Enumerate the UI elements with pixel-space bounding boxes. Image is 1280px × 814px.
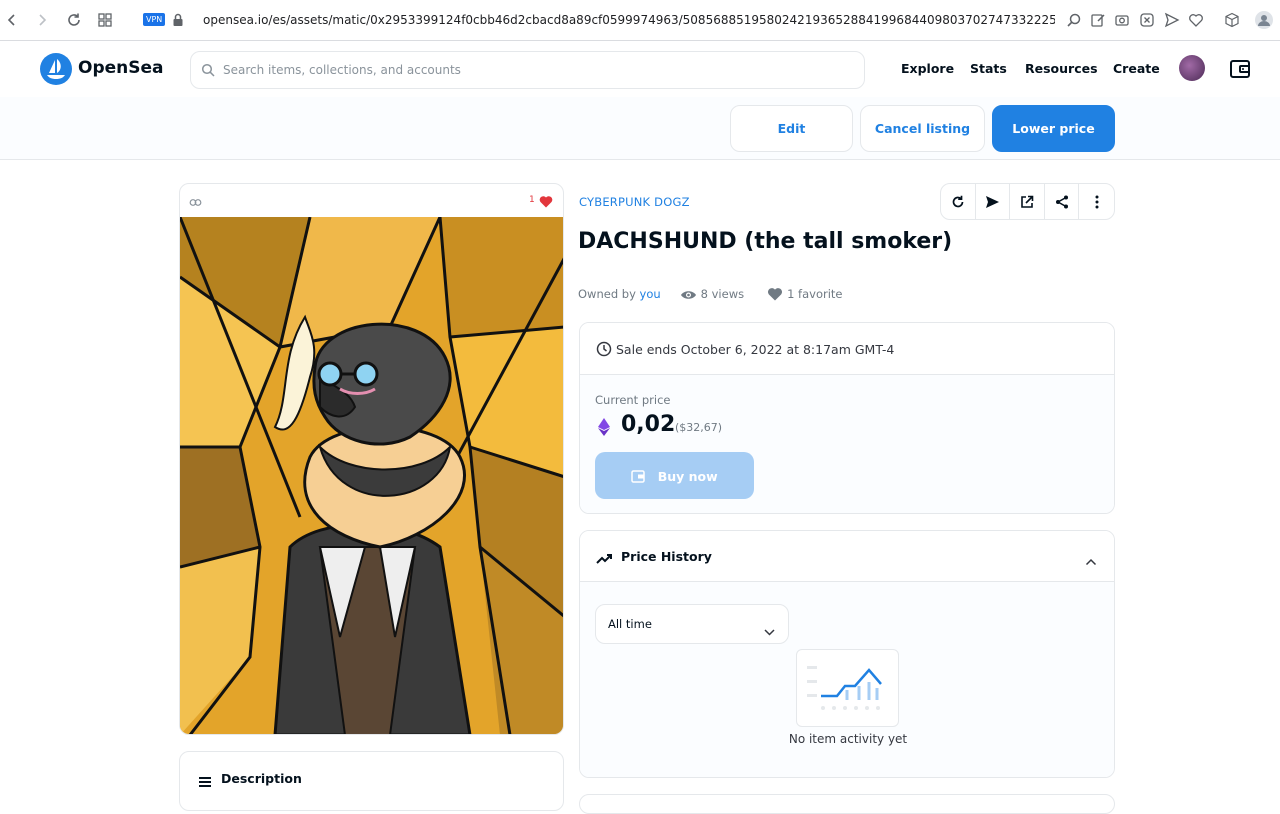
cancel-listing-button[interactable]: Cancel listing (860, 105, 985, 152)
send-arrow-icon (985, 195, 999, 208)
price-history-title: Price History (621, 549, 712, 564)
lock-icon[interactable] (172, 12, 184, 31)
more-options-button[interactable] (1079, 184, 1114, 219)
extension-box-icon[interactable] (1222, 10, 1242, 30)
description-panel[interactable]: Description (179, 751, 564, 811)
edit-button[interactable]: Edit (730, 105, 853, 152)
sale-panel: Sale ends October 6, 2022 at 8:17am GMT-… (579, 322, 1115, 514)
nav-create[interactable]: Create (1113, 61, 1160, 76)
vpn-badge[interactable]: VPN (143, 13, 166, 26)
share-button[interactable] (1045, 184, 1080, 219)
refresh-icon (952, 195, 964, 207)
address-bar[interactable]: opensea.io/es/assets/matic/0x2953399124f… (203, 13, 1055, 27)
clock-icon (596, 341, 612, 361)
opensea-logo-icon[interactable] (40, 53, 72, 85)
eth-polygon-icon (598, 418, 610, 440)
heart-gray-icon (767, 288, 787, 304)
asset-toolbar (940, 183, 1115, 220)
empty-chart-icon (796, 649, 899, 727)
price-usd: ($32,67) (675, 421, 723, 434)
description-title: Description (221, 771, 302, 786)
refresh-button[interactable] (941, 184, 976, 219)
nft-artwork[interactable] (180, 217, 564, 735)
lower-price-button[interactable]: Lower price (992, 105, 1115, 152)
sale-ends-text: Sale ends October 6, 2022 at 8:17am GMT-… (616, 342, 895, 357)
edit-page-icon[interactable] (1088, 10, 1108, 30)
owner-link[interactable]: you (640, 287, 661, 301)
send-icon[interactable] (1162, 10, 1182, 30)
buy-now-label: Buy now (657, 468, 718, 484)
owned-by-label: Owned by (578, 287, 636, 301)
block-icon[interactable] (1137, 10, 1157, 30)
tab-grid-icon[interactable] (95, 10, 115, 30)
asset-image-card: 1 (179, 183, 564, 735)
current-price-label: Current price (595, 393, 671, 407)
browser-toolbar: VPN opensea.io/es/assets/matic/0x2953399… (0, 0, 1280, 41)
price-value: 0,02 (621, 412, 676, 437)
back-icon[interactable] (2, 10, 22, 30)
owner-action-bar: Edit Cancel listing Lower price (0, 97, 1280, 160)
more-vertical-icon (1095, 195, 1099, 208)
heart-outline-icon[interactable] (1186, 10, 1206, 30)
heart-filled-icon[interactable] (539, 193, 553, 212)
transfer-button[interactable] (976, 184, 1011, 219)
chain-link-icon[interactable] (189, 194, 202, 213)
views-count: 8 views (700, 287, 745, 301)
sale-body: Current price 0,02 ($32,67) Buy now (580, 375, 1114, 513)
nav-resources[interactable]: Resources (1025, 61, 1098, 76)
search-icon (201, 62, 215, 81)
external-link-button[interactable] (1010, 184, 1045, 219)
forward-icon[interactable] (32, 10, 52, 30)
time-range-select[interactable]: All time (595, 604, 789, 644)
eye-icon (680, 290, 701, 304)
site-header: OpenSea Explore Stats Resources Create (0, 41, 1280, 97)
image-card-header: 1 (180, 184, 563, 218)
next-panel (579, 794, 1115, 814)
empty-activity-text: No item activity yet (788, 732, 908, 746)
reload-icon[interactable] (64, 10, 84, 30)
share-icon (1055, 195, 1068, 208)
chevron-down-icon (764, 621, 775, 640)
camera-icon[interactable] (1112, 10, 1132, 30)
price-history-panel: Price History All time No item activity … (579, 530, 1115, 778)
asset-meta-row: Owned by you 8 views 1 favorite (578, 284, 843, 301)
search-input[interactable] (223, 59, 843, 81)
search-box[interactable] (190, 51, 865, 89)
collection-link[interactable]: CYBERPUNK DOGZ (579, 195, 690, 209)
sale-header: Sale ends October 6, 2022 at 8:17am GMT-… (580, 323, 1114, 375)
wallet-icon[interactable] (1229, 58, 1251, 84)
external-link-icon (1021, 195, 1034, 208)
nav-explore[interactable]: Explore (901, 61, 954, 76)
wallet-small-icon (631, 469, 649, 486)
profile-icon[interactable] (1254, 10, 1274, 30)
time-range-value: All time (608, 617, 652, 631)
chevron-up-icon[interactable] (1085, 551, 1097, 570)
nav-stats[interactable]: Stats (970, 61, 1007, 76)
asset-title: DACHSHUND (the tall smoker) (578, 229, 953, 254)
favorites-count: 1 favorite (787, 287, 843, 301)
zoom-search-icon[interactable] (1064, 10, 1084, 30)
buy-now-button[interactable]: Buy now (595, 452, 754, 499)
favorite-count: 1 (529, 195, 535, 205)
brand-name[interactable]: OpenSea (78, 58, 164, 78)
avatar[interactable] (1179, 55, 1205, 81)
price-history-body: All time No item activity yet (580, 582, 1114, 777)
price-history-header[interactable]: Price History (580, 531, 1114, 582)
list-lines-icon (198, 773, 212, 792)
trend-icon (596, 550, 613, 569)
